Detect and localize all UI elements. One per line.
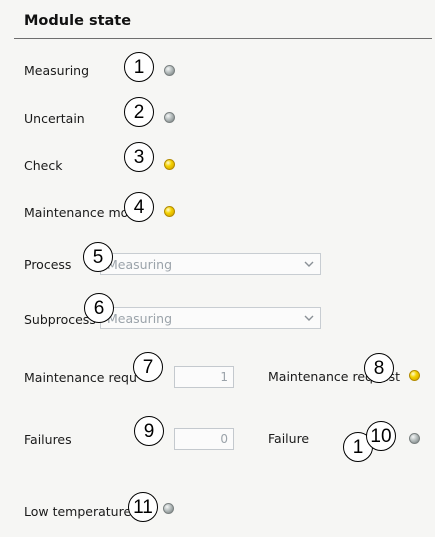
maintenance-requests-label: Maintenance requ: [24, 370, 137, 385]
panel-header: Module state: [14, 6, 432, 39]
subprocess-select[interactable]: Measuring: [100, 307, 321, 329]
process-label: Process: [24, 257, 72, 272]
failures-label: Failures: [24, 432, 72, 447]
callout-6: 6: [84, 293, 114, 323]
failure-status-led-icon: [409, 433, 420, 444]
callout-1: 1: [124, 52, 154, 82]
check-status-led-icon: [164, 159, 175, 170]
chevron-down-icon: [304, 261, 314, 267]
callout-3: 3: [124, 142, 154, 172]
low-temperature-label: Low temperature: [24, 504, 132, 519]
failure-label: Failure: [268, 431, 310, 446]
process-select[interactable]: Measuring: [100, 253, 321, 275]
low-temperature-status-led-icon: [163, 503, 174, 514]
subprocess-select-value: Measuring: [107, 311, 173, 326]
callout-11: 11: [128, 492, 158, 522]
callout-10: 10: [366, 421, 396, 451]
measuring-label: Measuring: [24, 63, 90, 78]
maintenance-request-status-led-icon: [409, 370, 420, 381]
callout-7: 7: [133, 352, 163, 382]
callout-8: 8: [364, 353, 394, 383]
module-state-panel: Module state Measuring 1 Uncertain 2 Che…: [0, 0, 435, 537]
callout-9: 9: [134, 416, 164, 446]
panel-title: Module state: [24, 13, 132, 29]
measuring-status-led-icon: [164, 65, 175, 76]
process-select-value: Measuring: [107, 257, 173, 272]
uncertain-status-led-icon: [164, 112, 175, 123]
maintenance-requests-value: 1: [220, 370, 228, 384]
chevron-down-icon: [304, 315, 314, 321]
check-label: Check: [24, 158, 63, 173]
maintenance-mode-status-led-icon: [164, 206, 175, 217]
failures-counter: 0: [174, 428, 234, 450]
maintenance-requests-counter: 1: [174, 366, 234, 388]
callout-5: 5: [83, 242, 113, 272]
callout-4: 4: [124, 192, 154, 222]
uncertain-label: Uncertain: [24, 111, 85, 126]
callout-2: 2: [124, 97, 154, 127]
failures-value: 0: [220, 432, 228, 446]
